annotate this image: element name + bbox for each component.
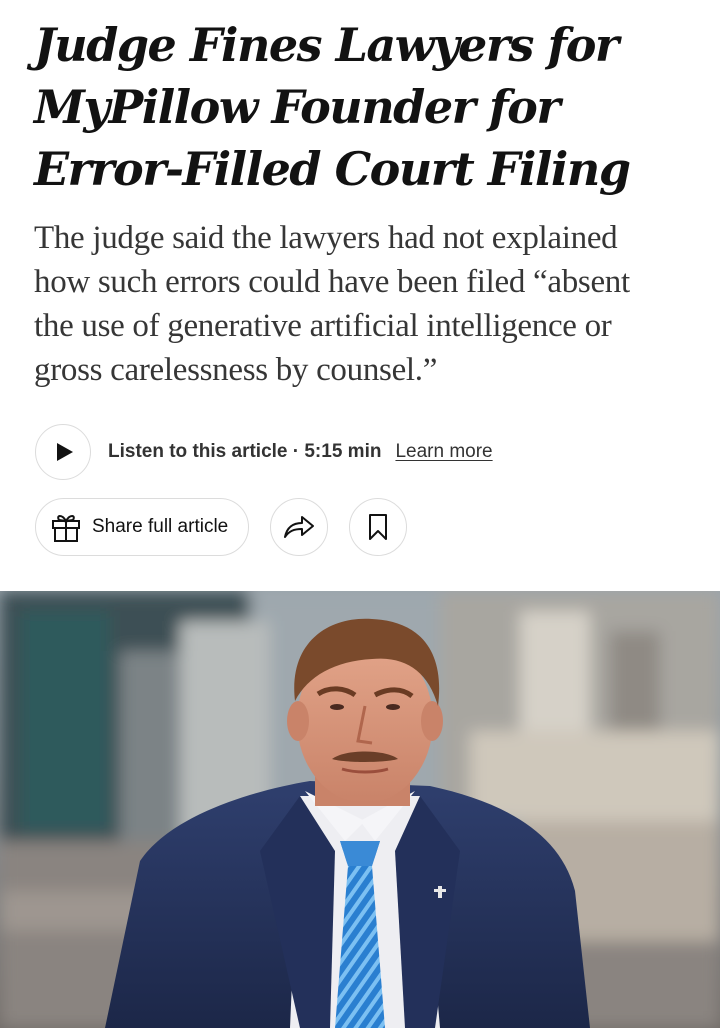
play-icon — [57, 443, 73, 461]
audio-player: Listen to this article · 5:15 min Learn … — [35, 424, 493, 480]
summary-line: The judge said the lawyers had not expla… — [34, 220, 618, 256]
listen-label[interactable]: Listen to this article · 5:15 min — [108, 441, 381, 463]
bookmark-icon — [369, 514, 387, 540]
gift-icon — [52, 515, 80, 542]
article-actions: Share full article — [35, 498, 407, 556]
headline-line: MyPillow Founder for — [34, 80, 561, 134]
article-page: Judge Fines Lawyers for MyPillow Founder… — [0, 0, 720, 1028]
hero-photo-illustration — [0, 591, 720, 1028]
save-button[interactable] — [349, 498, 407, 556]
article-summary: The judge said the lawyers had not expla… — [34, 216, 694, 392]
play-button[interactable] — [35, 424, 91, 480]
share-full-article-label: Share full article — [92, 516, 229, 537]
learn-more-link[interactable]: Learn more — [395, 441, 492, 463]
hero-photo — [0, 591, 720, 1028]
article-headline: Judge Fines Lawyers for MyPillow Founder… — [34, 14, 694, 200]
summary-line: how such errors could have been filed “a… — [34, 264, 630, 300]
summary-line: the use of generative artificial intelli… — [34, 308, 612, 344]
summary-line: gross carelessness by counsel.” — [34, 352, 438, 388]
headline-line: Error-Filled Court Filing — [34, 142, 631, 196]
share-arrow-icon — [284, 516, 314, 538]
headline-line: Judge Fines Lawyers for — [34, 18, 619, 72]
share-button[interactable] — [270, 498, 328, 556]
share-full-article-button[interactable]: Share full article — [35, 498, 249, 556]
